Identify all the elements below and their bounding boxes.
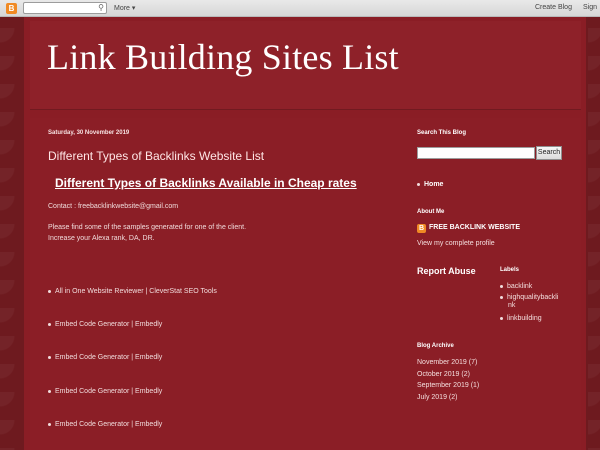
blog-archive-heading: Blog Archive <box>417 343 454 349</box>
archive-link[interactable]: September 2019 (1) <box>417 382 479 389</box>
label-text[interactable]: linkbuilding <box>507 315 542 322</box>
profile-name-link[interactable]: FREE BACKLINK WEBSITE <box>429 224 520 231</box>
bullet-icon <box>500 295 503 299</box>
bullet-icon <box>48 289 51 293</box>
label-link[interactable]: highqualitybackli <box>500 294 558 301</box>
post-title[interactable]: Different Types of Backlinks Website Lis… <box>48 149 264 163</box>
list-item-link[interactable]: Embed Code Generator | Embedly <box>55 388 162 395</box>
blogger-logo-icon[interactable]: B <box>6 3 17 14</box>
archive-link[interactable]: November 2019 (7) <box>417 359 477 366</box>
post-subtitle-link[interactable]: Different Types of Backlinks Available i… <box>55 176 357 190</box>
list-item[interactable]: Embed Code Generator | Embedly <box>48 388 162 395</box>
bullet-icon <box>417 182 420 186</box>
sign-in-link[interactable]: Sign <box>583 4 597 11</box>
list-item-link[interactable]: Embed Code Generator | Embedly <box>55 321 162 328</box>
list-item[interactable]: Embed Code Generator | Embedly <box>48 321 162 328</box>
create-blog-link[interactable]: Create Blog <box>535 4 572 11</box>
navbar-search-input[interactable]: ⚲ <box>23 2 107 14</box>
post-paragraph-line: Please find some of the samples generate… <box>48 224 247 231</box>
post-contact: Contact : freebacklinkwebsite@gmail.com <box>48 203 179 210</box>
label-link[interactable]: linkbuilding <box>500 315 542 322</box>
list-item-link[interactable]: Embed Code Generator | Embedly <box>55 421 162 428</box>
label-link[interactable]: backlink <box>500 283 532 290</box>
label-text[interactable]: highqualitybackli <box>507 294 558 301</box>
bullet-icon <box>48 322 51 326</box>
search-widget-heading: Search This Blog <box>417 130 467 136</box>
bullet-icon <box>48 389 51 393</box>
home-link[interactable]: Home <box>417 181 443 188</box>
list-item[interactable]: Embed Code Generator | Embedly <box>48 354 162 361</box>
bullet-icon <box>500 316 503 320</box>
post-date: Saturday, 30 November 2019 <box>48 130 130 136</box>
list-item-link[interactable]: All in One Website Reviewer | CleverStat… <box>55 288 217 295</box>
list-item[interactable]: All in One Website Reviewer | CleverStat… <box>48 288 217 295</box>
label-text[interactable]: backlink <box>507 283 532 290</box>
home-link-label[interactable]: Home <box>424 181 443 188</box>
more-menu-button[interactable]: More ▾ <box>114 4 135 12</box>
blogger-navbar: B ⚲ More ▾ Create Blog Sign <box>0 0 600 17</box>
search-icon[interactable]: ⚲ <box>98 3 104 12</box>
blog-title[interactable]: Link Building Sites List <box>47 36 399 78</box>
blog-search-input[interactable] <box>417 147 535 159</box>
archive-link[interactable]: July 2019 (2) <box>417 394 457 401</box>
bullet-icon <box>48 355 51 359</box>
archive-link[interactable]: October 2019 (2) <box>417 371 470 378</box>
label-link-wrap[interactable]: nk <box>508 302 515 309</box>
bullet-icon <box>500 284 503 288</box>
post-paragraph-line: Increase your Alexa rank, DA, DR. <box>48 235 155 242</box>
bullet-icon <box>48 422 51 426</box>
list-item[interactable]: Embed Code Generator | Embedly <box>48 421 162 428</box>
list-item-link[interactable]: Embed Code Generator | Embedly <box>55 354 162 361</box>
view-profile-link[interactable]: View my complete profile <box>417 240 495 247</box>
report-abuse-link[interactable]: Report Abuse <box>417 266 476 276</box>
content-area <box>30 118 581 450</box>
about-heading: About Me <box>417 209 445 215</box>
labels-heading: Labels <box>500 267 520 273</box>
blogger-profile-icon: B <box>417 224 426 233</box>
search-button[interactable]: Search <box>536 146 562 160</box>
